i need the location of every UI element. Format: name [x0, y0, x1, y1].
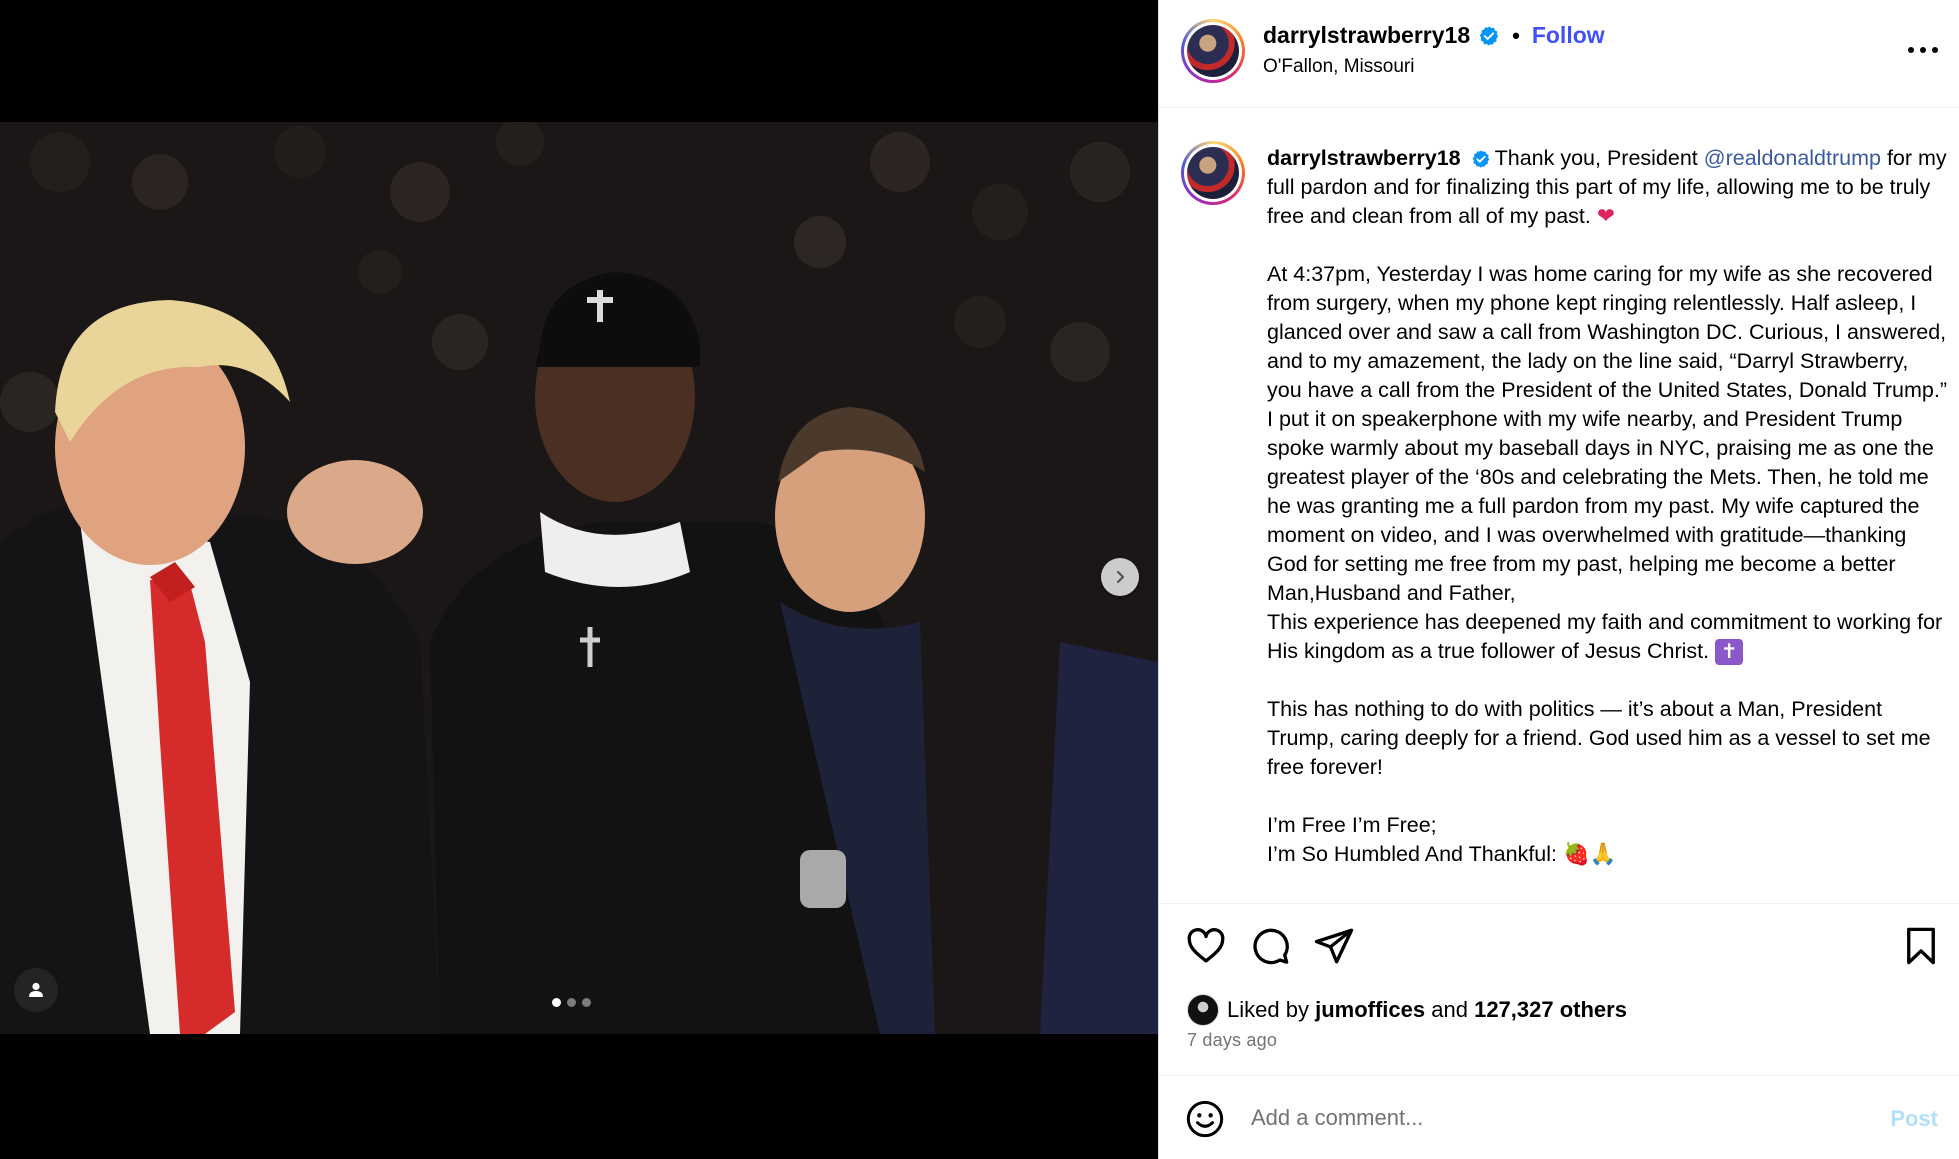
follow-button[interactable]: Follow [1532, 22, 1605, 49]
heart-emoji: ❤ [1596, 204, 1615, 228]
separator-dot: • [1512, 22, 1520, 48]
save-bookmark-icon[interactable] [1900, 925, 1942, 967]
next-photo-button[interactable] [1101, 558, 1139, 596]
more-dot-icon [1908, 47, 1914, 53]
emoji-smiley-icon[interactable] [1185, 1099, 1225, 1139]
post-location[interactable]: O'Fallon, Missouri [1263, 56, 1414, 78]
liker-username[interactable]: jumoffices [1315, 997, 1425, 1023]
post-timestamp[interactable]: 7 days ago [1187, 1030, 1277, 1051]
caption-intro-text: Thank you, President [1494, 146, 1704, 170]
media-panel [0, 0, 1158, 1159]
caption-paragraph-faith: This experience has deepened my faith an… [1267, 610, 1943, 663]
carousel-dot [582, 998, 591, 1007]
likes-prefix: Liked by [1227, 997, 1309, 1022]
caption-author-avatar[interactable] [1181, 141, 1245, 205]
caption-area: darrylstrawberry18 Thank you, President … [1159, 108, 1959, 903]
carousel-dot [567, 998, 576, 1007]
post-side-panel: darrylstrawberry18 • Follow O'Fallon, Mi… [1158, 0, 1959, 1159]
likes-count[interactable]: 127,327 others [1474, 997, 1627, 1023]
tagged-users-button[interactable] [14, 968, 58, 1012]
photo-illustration [0, 122, 1158, 1034]
like-heart-icon[interactable] [1185, 925, 1227, 967]
share-send-icon[interactable] [1313, 925, 1355, 967]
comment-icon[interactable] [1249, 925, 1291, 967]
verified-badge-icon [1479, 25, 1499, 46]
post-photo[interactable] [0, 122, 1158, 1034]
caption-paragraph-politics: This has nothing to do with politics — i… [1267, 697, 1931, 779]
caption-text: darrylstrawberry18 Thank you, President … [1267, 144, 1947, 869]
author-username[interactable]: darrylstrawberry18 [1263, 22, 1470, 49]
author-avatar[interactable] [1181, 19, 1245, 83]
more-dot-icon [1932, 47, 1938, 53]
verified-badge-icon [1472, 150, 1489, 169]
likes-summary: Liked by jumoffices and 127,327 others [1187, 994, 1627, 1026]
caption-line-free: I’m Free I’m Free; [1267, 813, 1437, 837]
post-header: darrylstrawberry18 • Follow O'Fallon, Mi… [1159, 0, 1959, 108]
more-dot-icon [1920, 47, 1926, 53]
post-actions: Liked by jumoffices and 127,327 others 7… [1159, 903, 1959, 1075]
carousel-dot [552, 998, 561, 1007]
more-options-button[interactable] [1908, 40, 1938, 60]
carousel-indicator [552, 998, 591, 1007]
caption-line-thankful: I’m So Humbled And Thankful: 🍓🙏 [1267, 842, 1617, 866]
chevron-right-icon [1116, 570, 1125, 584]
caption-username[interactable]: darrylstrawberry18 [1267, 146, 1461, 170]
likes-middle: and [1431, 997, 1468, 1022]
user-tag-icon [29, 982, 43, 997]
author-line: darrylstrawberry18 • Follow [1263, 22, 1605, 49]
comment-bar: Post [1159, 1075, 1959, 1159]
post-comment-button[interactable]: Post [1890, 1106, 1938, 1132]
latin-cross-emoji: ✝ [1715, 639, 1744, 666]
comment-input[interactable] [1251, 1098, 1811, 1138]
liker-avatar[interactable] [1187, 994, 1219, 1026]
mention-link[interactable]: @realdonaldtrump [1704, 146, 1881, 170]
caption-paragraph-story: At 4:37pm, Yesterday I was home caring f… [1267, 262, 1947, 605]
